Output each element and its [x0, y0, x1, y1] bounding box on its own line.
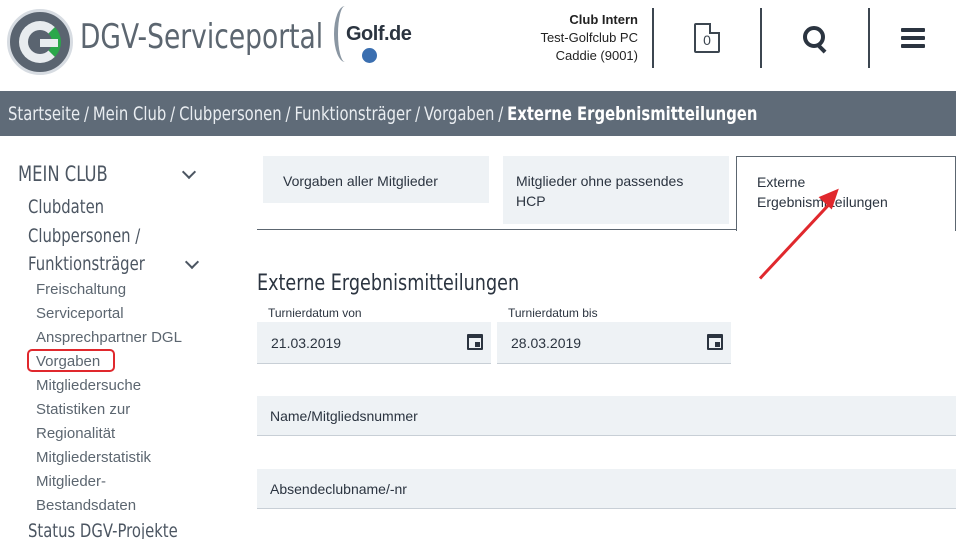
form-title: Externe Ergebnismitteilungen — [257, 271, 520, 296]
club-name: Test-Golfclub PC — [540, 30, 638, 45]
sidebar-subitem-mitglieder[interactable]: Mitglieder- — [36, 473, 106, 490]
header: DGV-Serviceportal Golf.de Club Intern Te… — [0, 0, 956, 91]
club-search-placeholder: Absendeclubname/-nr — [270, 481, 407, 497]
tab-mitglieder-ohne-hcp[interactable]: Mitglieder ohne passendes HCP — [503, 156, 729, 224]
sidebar-subitem-ansprechpartner[interactable]: Ansprechpartner DGL — [36, 329, 182, 346]
tab-bar-line — [257, 229, 737, 230]
member-search-input[interactable]: Name/Mitgliedsnummer — [257, 396, 956, 436]
user-role: Caddie (9001) — [555, 48, 638, 63]
sidebar: MEIN CLUB Clubdaten Clubpersonen / Funkt… — [0, 136, 240, 539]
sidebar-item-clubpersonen[interactable]: Clubpersonen / — [28, 225, 172, 247]
breadcrumb: Startseite / Mein Club / Clubpersonen / Funkti… — [0, 91, 956, 136]
header-divider — [760, 8, 762, 68]
calendar-icon[interactable] — [707, 334, 723, 350]
chevron-down-icon[interactable] — [181, 164, 197, 180]
date-to-label: Turnierdatum bis — [508, 306, 598, 320]
breadcrumb-funktionstraeger[interactable]: Funktionsträger — [294, 103, 411, 125]
sidebar-section-mein-club[interactable]: MEIN CLUB — [18, 162, 133, 186]
sidebar-item-funktionstraeger[interactable]: Funktionsträger — [28, 253, 178, 275]
sidebar-subitem-regionalitaet[interactable]: Regionalität — [36, 425, 115, 442]
tab-externe-ergebnismitteilungen[interactable]: Externe Ergebnismitteilungen — [736, 156, 956, 231]
sidebar-subitem-freischaltung[interactable]: Freischaltung — [36, 281, 126, 298]
breadcrumb-clubpersonen[interactable]: Clubpersonen — [179, 103, 282, 125]
club-info-title: Club Intern — [569, 12, 638, 27]
date-to-value: 28.03.2019 — [511, 335, 582, 351]
date-from-value: 21.03.2019 — [271, 335, 342, 351]
sidebar-subitem-vorgaben[interactable]: Vorgaben — [36, 353, 100, 370]
tab-vorgaben-aller-mitglieder[interactable]: Vorgaben aller Mitglieder — [263, 156, 489, 203]
breadcrumb-startseite[interactable]: Startseite — [8, 103, 80, 125]
club-info: Club Intern Test-Golfclub PC Caddie (900… — [540, 11, 638, 65]
chevron-down-icon[interactable] — [184, 254, 200, 270]
golfde-logo[interactable]: Golf.de — [330, 6, 420, 66]
golfde-logo-text: Golf.de — [346, 23, 412, 45]
dgv-logo[interactable] — [7, 9, 73, 75]
sidebar-subitem-mitgliedersuche[interactable]: Mitgliedersuche — [36, 377, 141, 394]
sidebar-subitem-bestandsdaten[interactable]: Bestandsdaten — [36, 497, 136, 514]
search-icon — [803, 26, 827, 50]
search-button[interactable] — [763, 8, 867, 68]
date-to-input[interactable]: 28.03.2019 — [497, 322, 731, 364]
date-from-label: Turnierdatum von — [268, 306, 362, 320]
calendar-icon[interactable] — [467, 334, 483, 350]
breadcrumb-mein-club[interactable]: Mein Club — [93, 103, 166, 125]
date-from-input[interactable]: 21.03.2019 — [257, 322, 491, 364]
menu-icon — [901, 28, 925, 48]
documents-button[interactable]: 0 — [655, 8, 759, 68]
breadcrumb-vorgaben[interactable]: Vorgaben — [424, 103, 494, 125]
header-divider — [652, 8, 654, 68]
site-title[interactable]: DGV-Serviceportal — [80, 17, 323, 57]
club-search-input[interactable]: Absendeclubname/-nr — [257, 469, 956, 509]
sidebar-subitem-serviceportal[interactable]: Serviceportal — [36, 305, 124, 322]
menu-button[interactable] — [870, 8, 956, 68]
sidebar-subitem-statistiken[interactable]: Statistiken zur — [36, 401, 130, 418]
document-count: 0 — [703, 32, 711, 48]
document-icon: 0 — [694, 23, 720, 53]
breadcrumb-current: Externe Ergebnismitteilungen — [507, 103, 758, 125]
golf-ball-icon — [362, 48, 377, 63]
sidebar-subitem-mitgliederstatistik[interactable]: Mitgliederstatistik — [36, 449, 151, 466]
member-search-placeholder: Name/Mitgliedsnummer — [270, 408, 418, 424]
sidebar-item-clubdaten[interactable]: Clubdaten — [28, 196, 126, 218]
sidebar-item-status-dgv-projekte[interactable]: Status DGV-Projekte — [28, 520, 220, 539]
